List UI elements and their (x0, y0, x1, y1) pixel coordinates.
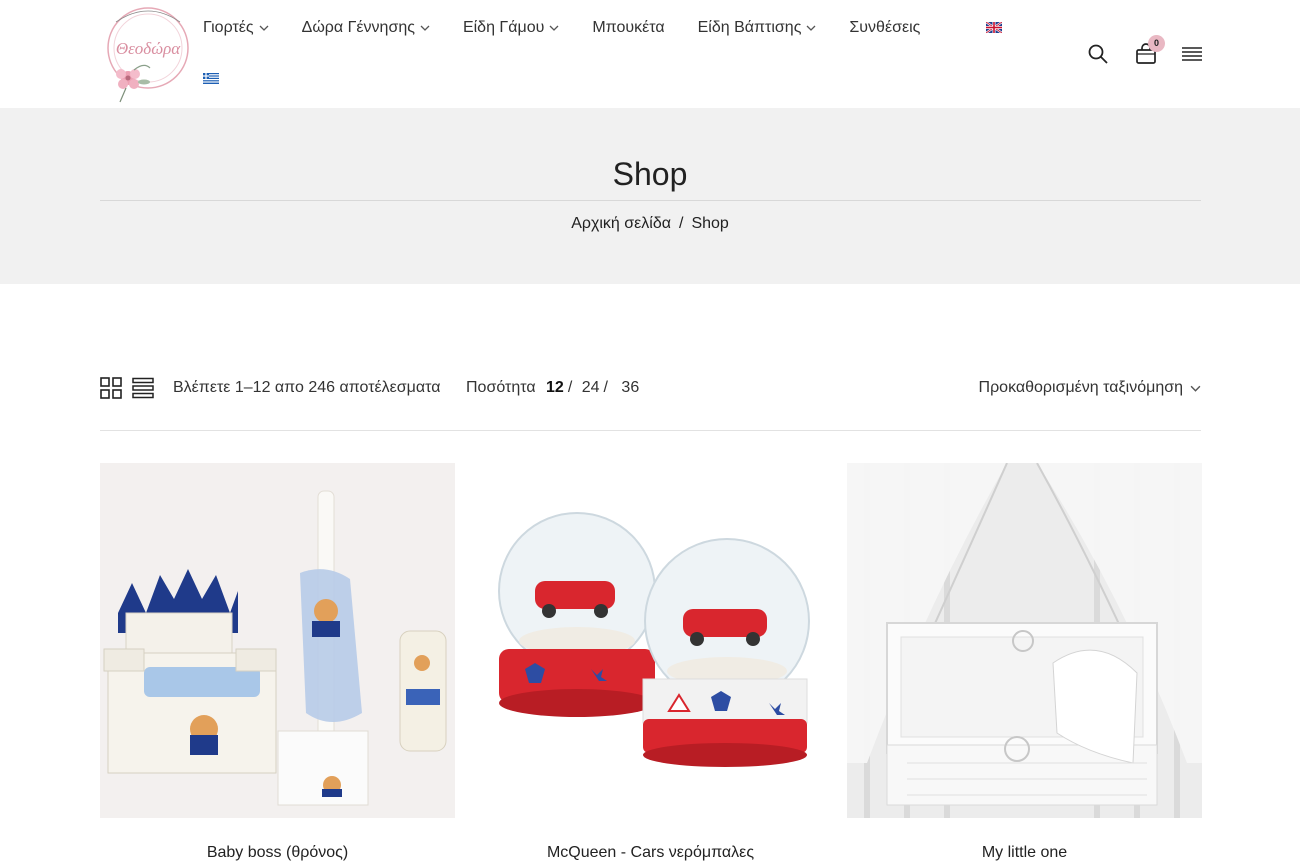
per-page-selector: Ποσότητα 12/ 24/ 36 (466, 379, 639, 397)
nav-item-label: Μπουκέτα (592, 19, 665, 36)
uk-flag-icon[interactable] (986, 22, 1002, 33)
chevron-down-icon (1190, 385, 1201, 392)
breadcrumb-home-link[interactable]: Αρχική σελίδα (571, 215, 671, 232)
per-page-label: Ποσότητα (466, 379, 536, 396)
breadcrumb-separator: / (678, 215, 684, 232)
sort-label: Προκαθορισμένη ταξινόμηση (978, 379, 1183, 396)
nav-item-eidi-gamou[interactable]: Είδη Γάμου (463, 19, 559, 37)
sort-dropdown[interactable]: Προκαθορισμένη ταξινόμηση (979, 379, 1201, 397)
shop-toolbar: Βλέπετε 1–12 απο 246 αποτέλεσματα Ποσότη… (100, 376, 1201, 400)
title-divider (100, 200, 1201, 201)
nav-item-giortes[interactable]: Γιορτές (203, 19, 269, 37)
product-image-crib-set[interactable] (847, 463, 1202, 818)
greek-flag-icon[interactable] (203, 73, 219, 84)
per-page-option-24[interactable]: 24 (582, 379, 600, 396)
chevron-down-icon (259, 25, 269, 31)
page-title-band: Shop Αρχική σελίδα / Shop (0, 108, 1300, 284)
product-card[interactable]: My little one (847, 463, 1202, 862)
nav-item-syntheseis[interactable]: Συνθέσεις (849, 19, 920, 37)
breadcrumb: Αρχική σελίδα / Shop (0, 215, 1300, 233)
nav-item-label: Δώρα Γέννησης (301, 19, 415, 36)
toolbar-divider (100, 430, 1201, 431)
product-image-snow-globes[interactable] (473, 463, 828, 818)
product-name[interactable]: My little one (847, 844, 1202, 862)
nav-item-eidi-vaptisis[interactable]: Είδη Βάπτισης (698, 19, 817, 37)
breadcrumb-current: Shop (691, 215, 729, 232)
product-name[interactable]: Baby boss (θρόνος) (100, 844, 455, 862)
search-icon[interactable] (1088, 44, 1108, 64)
per-page-option-36[interactable]: 36 (621, 379, 639, 396)
product-image-throne-set[interactable] (100, 463, 455, 818)
product-card[interactable]: Baby boss (θρόνος) (100, 463, 455, 862)
product-grid: Baby boss (θρόνος) McQueen - Cars νερόμπ… (100, 463, 1202, 867)
main-nav: Γιορτές Δώρα Γέννησης Είδη Γάμου Μπουκέτ… (203, 16, 953, 40)
per-page-option-12[interactable]: 12 (546, 379, 564, 396)
nav-item-label: Είδη Βάπτισης (697, 19, 802, 36)
product-card[interactable]: McQueen - Cars νερόμπαλες (473, 463, 828, 862)
result-count: Βλέπετε 1–12 απο 246 αποτέλεσματα (173, 379, 441, 396)
per-page-separator: / (603, 379, 608, 396)
hamburger-menu-icon[interactable] (1181, 45, 1203, 63)
chevron-down-icon (420, 25, 430, 31)
svg-text:Θεοδώρα: Θεοδώρα (116, 39, 181, 58)
list-view-icon[interactable] (132, 377, 154, 399)
chevron-down-icon (806, 25, 816, 31)
per-page-separator: / (567, 379, 573, 396)
nav-item-dora-gennisis[interactable]: Δώρα Γέννησης (302, 19, 430, 37)
nav-item-label: Είδη Γάμου (462, 19, 545, 36)
nav-item-mpouketa[interactable]: Μπουκέτα (592, 19, 664, 37)
cart-count-badge: 0 (1148, 35, 1165, 52)
nav-item-label: Συνθέσεις (849, 19, 921, 36)
nav-item-label: Γιορτές (203, 19, 254, 36)
page-title: Shop (612, 156, 688, 192)
chevron-down-icon (549, 25, 559, 31)
site-header: Θεοδώρα Γιορτές Δώρα Γέννησης Είδη Γάμου… (0, 0, 1300, 108)
grid-view-icon[interactable] (100, 377, 122, 399)
brand-logo[interactable]: Θεοδώρα (100, 2, 192, 106)
product-name[interactable]: McQueen - Cars νερόμπαλες (473, 844, 828, 862)
